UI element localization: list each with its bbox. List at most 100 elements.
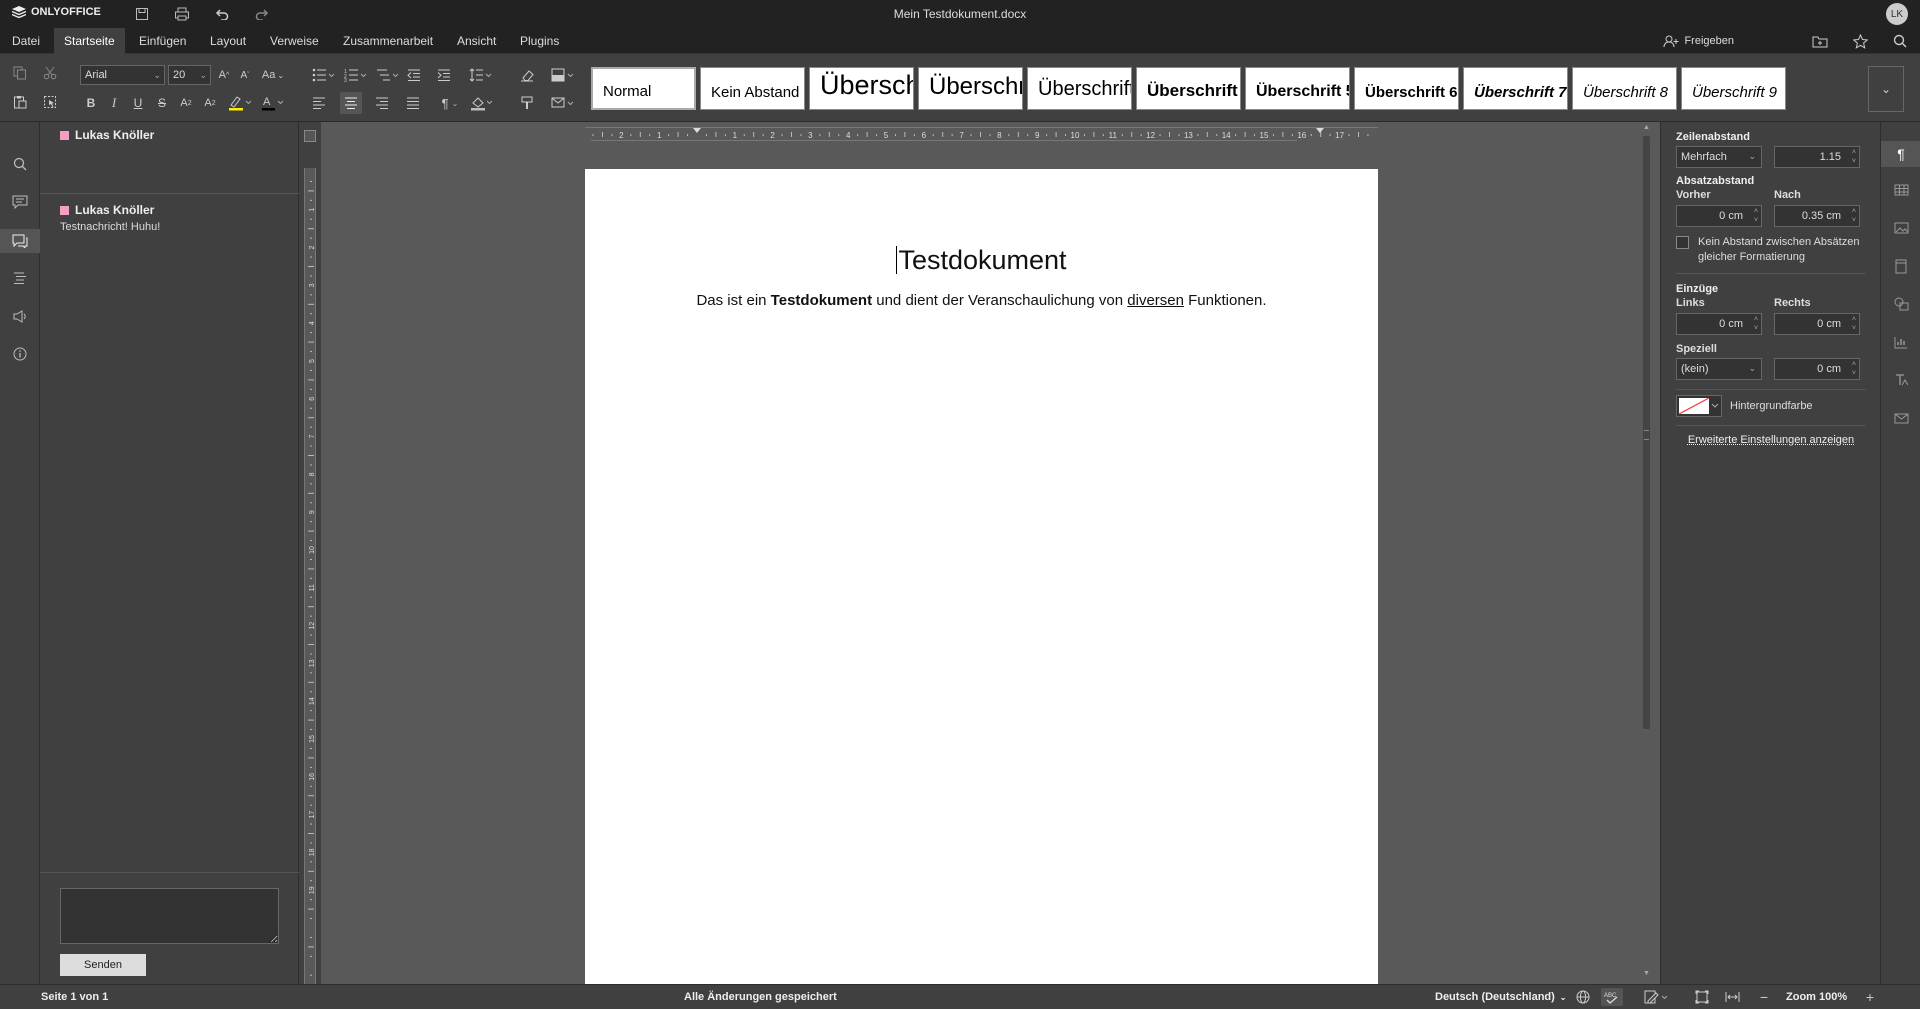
image-settings-icon[interactable] [1890, 217, 1912, 239]
mail-merge-settings-icon[interactable] [1890, 407, 1912, 429]
indent-left-input[interactable]: 0 cm ˄ ˅ [1676, 313, 1762, 335]
language-selector[interactable]: Deutsch (Deutschland) ⌄ [1435, 991, 1567, 1003]
chart-settings-icon[interactable] [1890, 331, 1912, 353]
clear-style-icon[interactable] [516, 64, 538, 86]
no-spacing-checkbox[interactable] [1676, 236, 1689, 249]
style-ueberschrift-2[interactable]: Überschrift 2 [918, 67, 1023, 110]
tab-verweise[interactable]: Verweise [260, 28, 329, 54]
select-all-icon[interactable] [39, 91, 61, 113]
comments-icon[interactable] [9, 191, 31, 213]
tab-stop-selector[interactable] [304, 130, 316, 142]
tab-einfuegen[interactable]: Einfügen [129, 28, 196, 54]
paragraph-marks-icon[interactable]: ¶ ⌄ [436, 92, 464, 114]
text-art-icon[interactable] [1890, 369, 1912, 391]
scroll-up-icon[interactable]: ▲ [1643, 124, 1650, 131]
navigation-icon[interactable] [9, 267, 31, 289]
paragraph-settings-icon[interactable]: ¶ [1881, 141, 1920, 167]
tab-datei[interactable]: Datei [2, 28, 50, 54]
font-name-combo[interactable]: Arial ⌄ [80, 65, 165, 85]
color-scheme-icon[interactable] [548, 64, 578, 86]
fit-page-icon[interactable] [1692, 988, 1712, 1006]
font-color-icon[interactable]: A [258, 92, 288, 114]
header-footer-icon[interactable] [1890, 255, 1912, 277]
style-ueberschrift-8[interactable]: Überschrift 8 [1572, 67, 1677, 110]
underline-icon[interactable]: U [127, 92, 149, 114]
cut-icon[interactable] [39, 62, 61, 84]
style-normal[interactable]: Normal [591, 67, 696, 110]
save-icon[interactable] [132, 5, 152, 23]
page-counter[interactable]: Seite 1 von 1 [41, 991, 108, 1003]
spinner-arrows-icon[interactable]: ˄ ˅ [1754, 315, 1758, 333]
doc-language-globe-icon[interactable] [1573, 988, 1593, 1006]
numbered-list-icon[interactable]: 123 [342, 64, 370, 86]
special-indent-input[interactable]: 0 cm ˄ ˅ [1774, 358, 1860, 380]
table-settings-icon[interactable] [1890, 179, 1912, 201]
mail-merge-icon[interactable] [548, 92, 578, 114]
undo-icon[interactable] [212, 5, 232, 23]
vertical-scrollbar[interactable]: ▲ ▼ [1643, 122, 1650, 984]
style-ueberschrift-5[interactable]: Überschrift 5 [1245, 67, 1350, 110]
tab-zusammenarbeit[interactable]: Zusammenarbeit [333, 28, 443, 54]
tab-layout[interactable]: Layout [200, 28, 256, 54]
spell-check-icon[interactable]: ABC [1601, 988, 1623, 1006]
fit-width-icon[interactable] [1722, 988, 1742, 1006]
align-justify-icon[interactable] [402, 92, 424, 114]
search-icon[interactable] [1890, 32, 1910, 50]
change-case-icon[interactable]: Aa ⌄ [258, 64, 288, 86]
indent-right-input[interactable]: 0 cm ˄ ˅ [1774, 313, 1860, 335]
bold-icon[interactable]: B [80, 92, 102, 114]
copy-style-icon[interactable] [516, 92, 538, 114]
paste-icon[interactable] [9, 91, 31, 113]
spinner-arrows-icon[interactable]: ˄ ˅ [1852, 360, 1856, 378]
document-paragraph[interactable]: Das ist ein Testdokument und dient der V… [585, 292, 1378, 309]
advanced-settings-link[interactable]: Erweiterte Einstellungen anzeigen [1661, 434, 1881, 446]
horizontal-ruler[interactable]: 2 1 1 2 3 4 5 6 7 8 9 10 11 12 13 14 15 16 17 [585, 127, 1378, 141]
shading-icon[interactable] [467, 92, 497, 114]
open-location-icon[interactable] [1810, 32, 1830, 50]
spinner-arrows-icon[interactable]: ˄ ˅ [1852, 315, 1856, 333]
subscript-icon[interactable]: A2 [199, 92, 221, 114]
italic-icon[interactable]: I [103, 92, 125, 114]
spacing-before-input[interactable]: 0 cm ˄ ˅ [1676, 205, 1762, 227]
favorite-star-icon[interactable] [1850, 32, 1870, 50]
line-spacing-type-select[interactable]: Mehrfach ⌄ [1676, 146, 1762, 168]
increase-font-icon[interactable]: A ^ [213, 64, 235, 86]
line-spacing-value-input[interactable]: 1.15 ˄ ˅ [1774, 146, 1860, 168]
style-kein-abstand[interactable]: Kein Abstand [700, 67, 805, 110]
share-button[interactable]: Freigeben [1663, 31, 1734, 51]
style-ueberschrift-7[interactable]: Überschrift 7 [1463, 67, 1568, 110]
tab-plugins[interactable]: Plugins [510, 28, 569, 54]
styles-expand-button[interactable]: ⌄ [1868, 66, 1904, 112]
background-color-picker[interactable] [1676, 395, 1722, 417]
redo-icon[interactable] [252, 5, 272, 23]
highlight-color-icon[interactable] [225, 92, 255, 114]
line-spacing-icon[interactable] [467, 64, 495, 86]
spinner-arrows-icon[interactable]: ˄ ˅ [1852, 148, 1856, 166]
align-left-icon[interactable] [308, 92, 330, 114]
message-input[interactable] [60, 888, 279, 944]
indent-marker-icon[interactable] [693, 128, 701, 133]
align-right-icon[interactable] [371, 92, 393, 114]
spinner-arrows-icon[interactable]: ˄ ˅ [1754, 207, 1758, 225]
decrease-font-icon[interactable]: Aˇ [234, 64, 256, 86]
zoom-level[interactable]: Zoom 100% [1786, 991, 1847, 1003]
bullet-list-icon[interactable] [310, 64, 338, 86]
special-indent-select[interactable]: (kein) ⌄ [1676, 358, 1762, 380]
strikethrough-icon[interactable]: S [151, 92, 173, 114]
style-ueberschrift-3[interactable]: Überschrift 3 [1027, 67, 1132, 110]
zoom-in-icon[interactable]: + [1860, 988, 1880, 1006]
style-ueberschrift-4[interactable]: Überschrift 4 [1136, 67, 1241, 110]
print-icon[interactable] [172, 5, 192, 23]
document-page[interactable]: Testdokument Das ist ein Testdokument un… [585, 169, 1378, 984]
multilevel-list-icon[interactable] [374, 64, 402, 86]
vertical-ruler-strip[interactable]: 1 2 3 4 5 6 7 8 9 10 11 12 13 14 15 16 17 18 19 [304, 168, 316, 984]
spacing-after-input[interactable]: 0.35 cm ˄ ˅ [1774, 205, 1860, 227]
style-ueberschrift-1[interactable]: Überschrift 1 [809, 67, 914, 110]
spinner-arrows-icon[interactable]: ˄ ˅ [1852, 207, 1856, 225]
feedback-icon[interactable] [9, 305, 31, 327]
chat-icon[interactable] [0, 229, 40, 253]
track-changes-icon[interactable] [1642, 988, 1672, 1006]
scroll-down-icon[interactable]: ▼ [1643, 970, 1650, 977]
search-icon[interactable] [9, 153, 31, 175]
decrease-indent-icon[interactable] [403, 64, 425, 86]
